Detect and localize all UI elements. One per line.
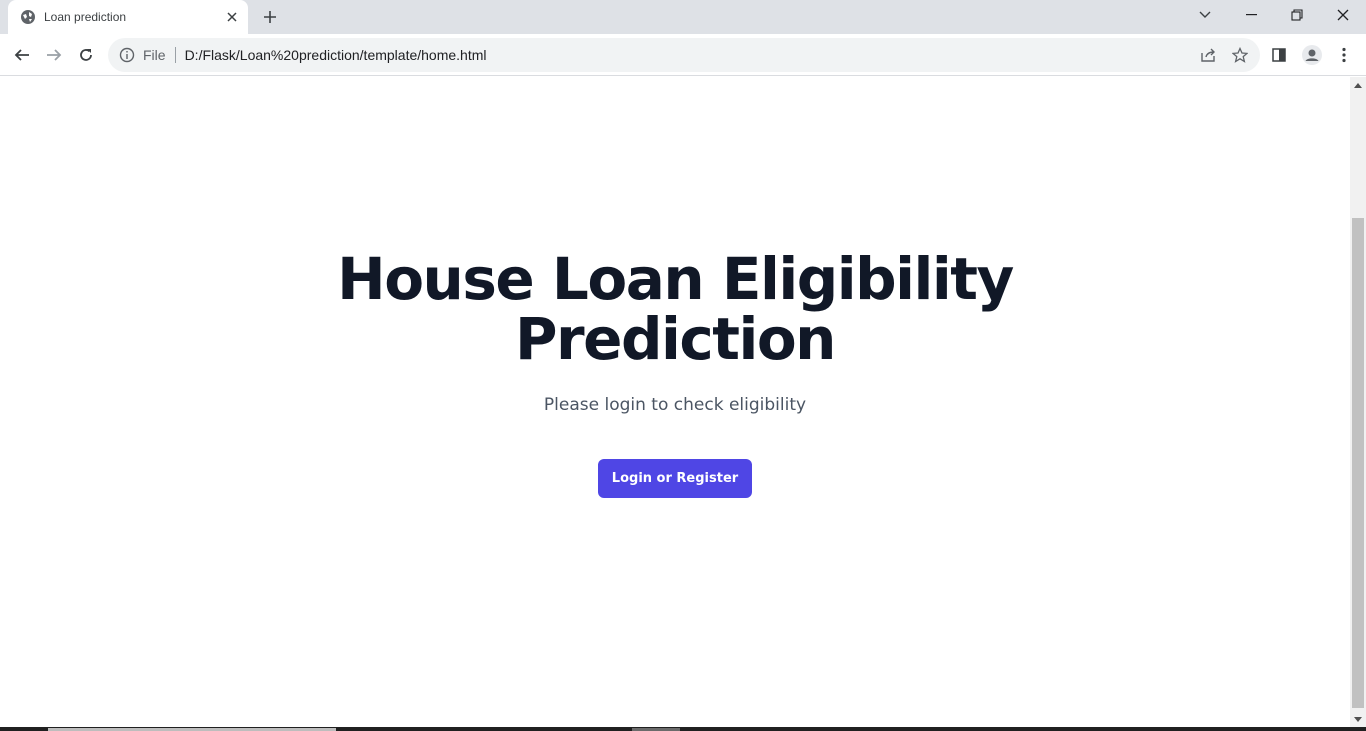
tab-search-icon[interactable]: [1182, 0, 1228, 30]
more-menu-icon[interactable]: [1330, 41, 1358, 69]
scroll-down-arrow-icon[interactable]: [1350, 711, 1366, 727]
vertical-scrollbar[interactable]: [1350, 77, 1366, 727]
scroll-up-arrow-icon[interactable]: [1350, 77, 1366, 93]
address-bar[interactable]: File D:/Flask/Loan%20prediction/template…: [108, 38, 1260, 72]
url-text[interactable]: D:/Flask/Loan%20prediction/template/home…: [185, 47, 487, 63]
forward-arrow-icon[interactable]: [40, 41, 68, 69]
scrollbar-thumb[interactable]: [1352, 218, 1364, 708]
back-arrow-icon[interactable]: [8, 41, 36, 69]
title-line-1: House Loan Eligibility: [337, 245, 1014, 313]
bookmark-star-icon[interactable]: [1226, 41, 1254, 69]
restore-icon[interactable]: [1274, 0, 1320, 30]
page-title: House Loan Eligibility Prediction: [0, 249, 1350, 369]
hero-section: House Loan Eligibility Prediction Please…: [0, 249, 1350, 498]
browser-toolbar: File D:/Flask/Loan%20prediction/template…: [0, 34, 1366, 76]
minimize-icon[interactable]: [1228, 0, 1274, 30]
taskbar-edge: [0, 727, 1366, 731]
title-line-2: Prediction: [515, 305, 836, 373]
browser-tab[interactable]: Loan prediction: [8, 0, 248, 34]
address-divider: [174, 47, 176, 63]
globe-icon: [20, 9, 36, 25]
reload-icon[interactable]: [72, 41, 100, 69]
page-subtitle: Please login to check eligibility: [543, 395, 807, 415]
login-register-button[interactable]: Login or Register: [597, 459, 753, 498]
close-window-icon[interactable]: [1320, 0, 1366, 30]
profile-avatar-icon[interactable]: [1298, 41, 1326, 69]
tab-strip: Loan prediction: [0, 0, 1366, 34]
share-icon[interactable]: [1194, 41, 1222, 69]
side-panel-icon[interactable]: [1265, 41, 1293, 69]
new-tab-button[interactable]: [258, 6, 282, 28]
page-viewport: House Loan Eligibility Prediction Please…: [0, 77, 1350, 727]
info-icon[interactable]: [117, 45, 137, 65]
close-tab-icon[interactable]: [222, 7, 242, 27]
scheme-label: File: [143, 47, 166, 63]
tab-title: Loan prediction: [44, 10, 127, 24]
